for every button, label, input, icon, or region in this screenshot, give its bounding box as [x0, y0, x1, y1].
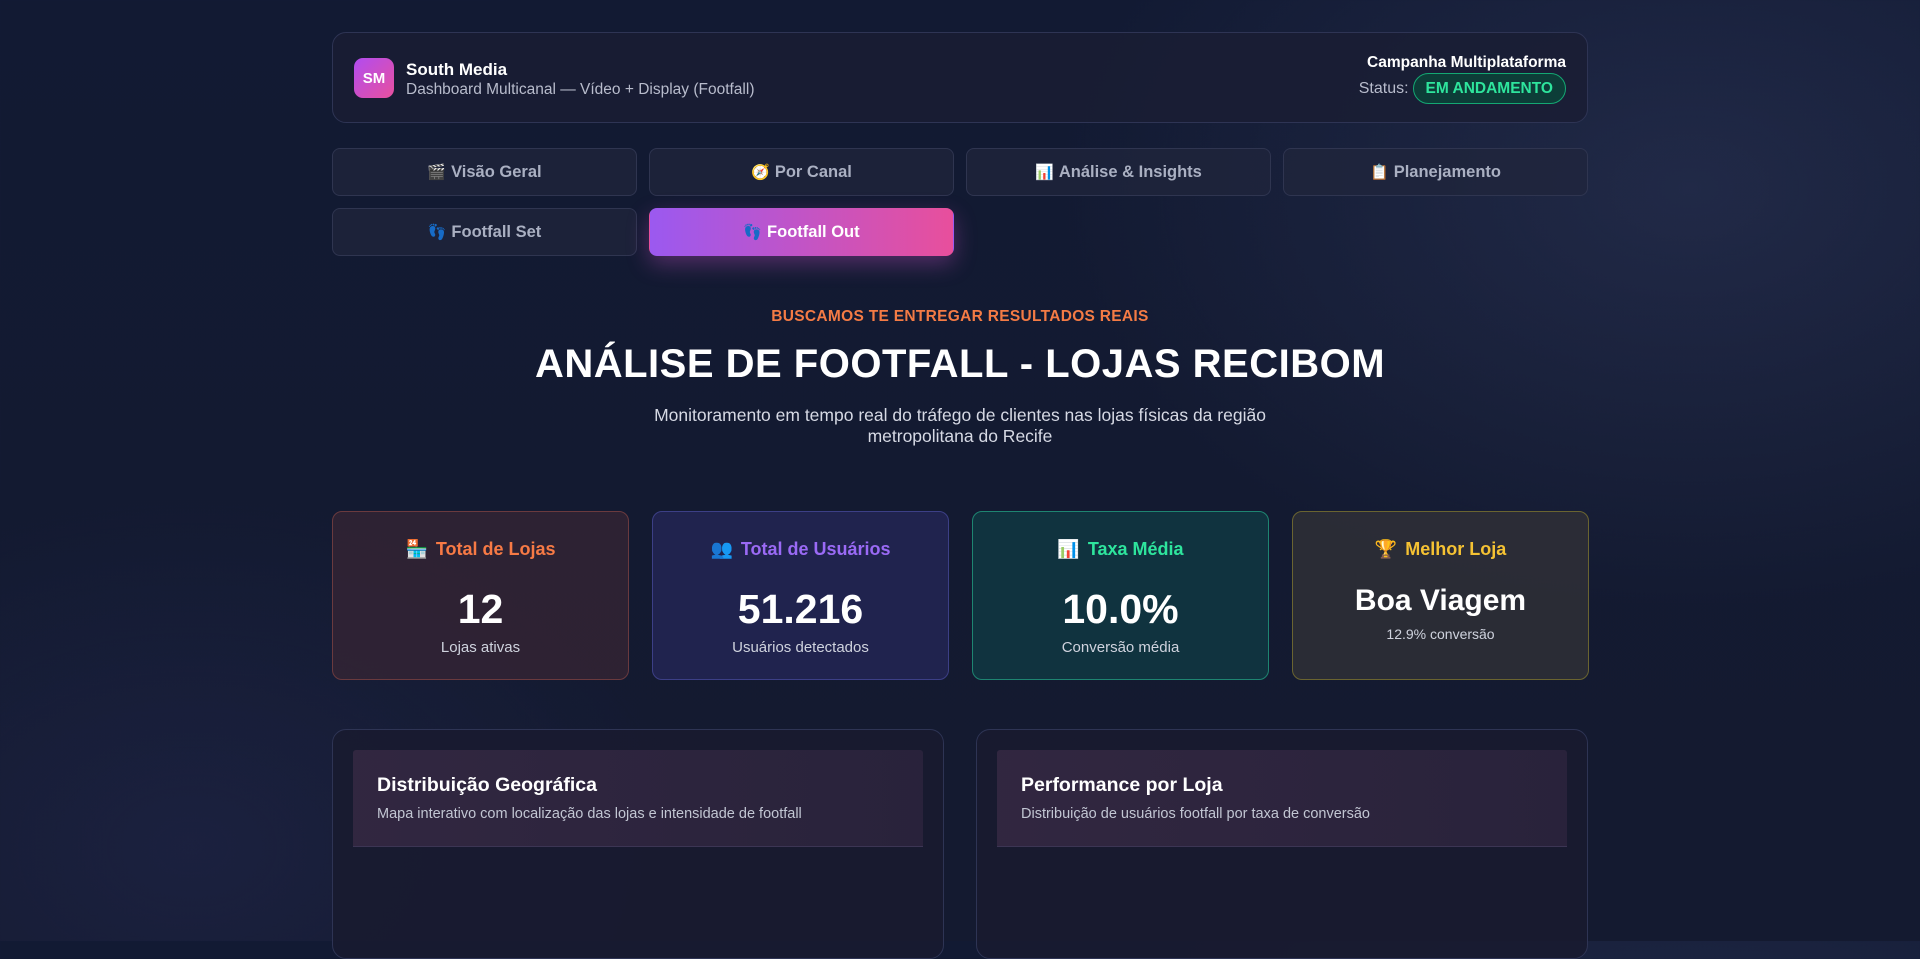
tab-footfall-out[interactable]: 👣 Footfall Out — [649, 208, 954, 256]
tab-label: Footfall Out — [767, 222, 860, 241]
compass-icon: 🧭 — [751, 164, 770, 181]
stat-value: 51.216 — [737, 586, 864, 632]
clipboard-icon: 📋 — [1370, 164, 1389, 181]
tab-label: Por Canal — [774, 162, 852, 181]
tab-label: Visão Geral — [451, 162, 542, 181]
stat-card-taxa-media: 📊 Taxa Média 10.0% Conversão média — [972, 511, 1269, 680]
stat-title: Melhor Loja — [1405, 539, 1507, 559]
store-icon: 🏪 — [405, 539, 428, 559]
stat-title: Total de Lojas — [435, 539, 556, 559]
panel-header: Distribuição Geográfica Mapa interativo … — [353, 750, 923, 847]
stat-caption: Conversão média — [1061, 639, 1180, 656]
stat-value: 12 — [457, 586, 504, 632]
brand-subtitle: Dashboard Multicanal — Vídeo + Display (… — [406, 81, 755, 98]
panel-header: Performance por Loja Distribuição de usu… — [997, 750, 1567, 847]
stat-card-total-lojas: 🏪 Total de Lojas 12 Lojas ativas — [332, 511, 629, 680]
tab-label: Análise & Insights — [1058, 162, 1202, 181]
status-badge: EM ANDAMENTO — [1412, 73, 1566, 104]
brand-logo: SM — [354, 58, 394, 98]
stat-value: Boa Viagem — [1354, 584, 1527, 617]
tab-label: Footfall Set — [451, 222, 542, 241]
bar-chart-icon: 📊 — [1057, 539, 1080, 559]
stat-card-melhor-loja: 🏆 Melhor Loja Boa Viagem 12.9% conversão — [1292, 511, 1589, 680]
tab-footfall-set[interactable]: 👣 Footfall Set — [332, 208, 637, 256]
stat-caption: Lojas ativas — [440, 639, 521, 656]
panel-distribuicao-geografica: Distribuição Geográfica Mapa interativo … — [332, 729, 944, 959]
trophy-icon: 🏆 — [1374, 539, 1398, 559]
tab-planejamento[interactable]: 📋 Planejamento — [1283, 148, 1588, 196]
footprints-icon: 👣 — [427, 224, 447, 241]
panel-title: Performance por Loja — [1021, 774, 1223, 796]
panel-subtitle: Mapa interativo com localização das loja… — [377, 806, 802, 822]
panel-performance-por-loja: Performance por Loja Distribuição de usu… — [976, 729, 1588, 959]
campaign-title: Campanha Multiplataforma — [1367, 54, 1566, 71]
tab-por-canal[interactable]: 🧭 Por Canal — [649, 148, 954, 196]
stat-value: 10.0% — [1062, 586, 1179, 632]
tab-label: Planejamento — [1393, 162, 1501, 181]
stat-caption: 12.9% conversão — [1386, 626, 1495, 642]
stat-caption: Usuários detectados — [732, 639, 869, 656]
app-header: SM South Media Dashboard Multicanal — Ví… — [332, 32, 1588, 123]
page-description: Monitoramento em tempo real do tráfego d… — [654, 405, 1266, 446]
users-icon: 👥 — [710, 539, 733, 559]
tab-visao-geral[interactable]: 🎬 Visão Geral — [332, 148, 637, 196]
footprints-icon: 👣 — [743, 224, 763, 241]
clapperboard-icon: 🎬 — [427, 164, 447, 181]
status-label: Status: — [1358, 79, 1409, 97]
stat-title: Total de Usuários — [740, 539, 891, 559]
tab-analise-insights[interactable]: 📊 Análise & Insights — [966, 148, 1271, 196]
campaign-status: Status: EM ANDAMENTO — [1359, 73, 1566, 104]
hero-eyebrow: BUSCAMOS TE ENTREGAR RESULTADOS REAIS — [771, 308, 1149, 325]
panel-subtitle: Distribuição de usuários footfall por ta… — [1021, 806, 1370, 822]
bar-chart-icon: 📊 — [1035, 164, 1054, 181]
brand-name: South Media — [406, 60, 508, 79]
panel-title: Distribuição Geográfica — [377, 774, 597, 796]
stat-title: Taxa Média — [1087, 539, 1184, 559]
stat-card-total-usuarios: 👥 Total de Usuários 51.216 Usuários dete… — [652, 511, 949, 680]
page-title: ANÁLISE DE FOOTFALL - LOJAS RECIBOM — [534, 342, 1386, 386]
